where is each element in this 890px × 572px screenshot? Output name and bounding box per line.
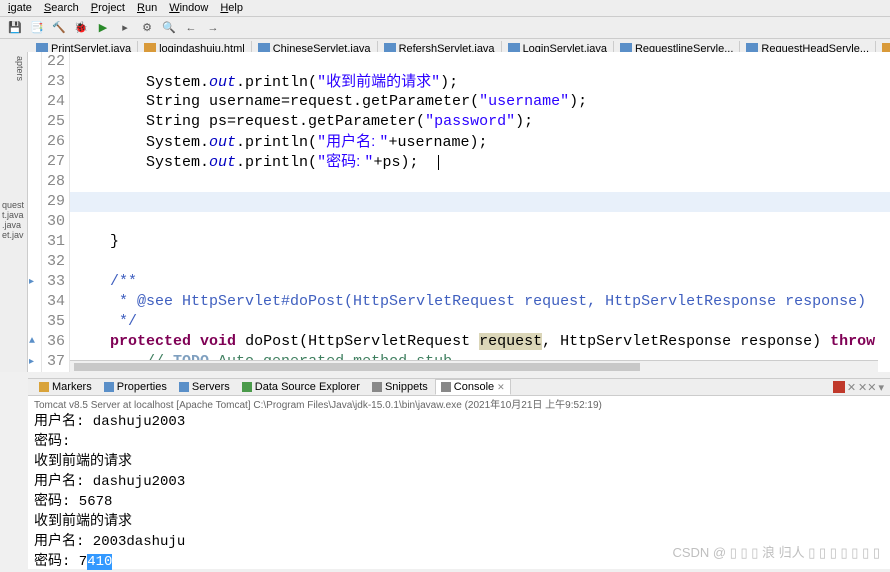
fold-marker-icon: ▸ [29,276,39,286]
code-line[interactable]: protected void doPost(HttpServletRequest… [70,332,890,352]
view-icon [372,382,382,392]
menu-bar: igate Search Project Run Window Help [0,0,890,17]
line-number: 31 [42,232,65,252]
line-number: 29 [42,192,65,212]
remove-launch-icon[interactable]: ✕ [847,381,856,394]
bottom-tab[interactable]: Snippets [367,380,433,394]
line-number: 35 [42,312,65,332]
code-line[interactable]: System.out.println("密码: "+ps); [70,152,890,172]
bottom-tab-label: Servers [192,381,230,393]
override-marker-icon: ▲ [29,336,39,346]
back-icon[interactable]: ← [182,19,200,37]
view-icon [441,382,451,392]
line-number: 36 [42,332,65,352]
selected-text: 410 [87,554,112,570]
code-line[interactable]: System.out.println("用户名: "+username); [70,132,890,152]
run-icon[interactable]: ▶ [94,19,112,37]
line-number: 22 [42,52,65,72]
terminate-icon[interactable] [833,381,845,393]
run-config-icon[interactable]: ▸ [116,19,134,37]
code-line[interactable] [70,252,890,272]
bottom-tab[interactable]: Console✕ [435,379,511,395]
dropdown-icon[interactable]: ▾ [878,381,884,394]
console-line: 收到前端的请求 [34,512,884,532]
console-line: 收到前端的请求 [34,452,884,472]
line-number: 34 [42,292,65,312]
close-icon[interactable]: ✕ [497,382,505,393]
console-line: 用户名: dashuju2003 [34,412,884,432]
console-line: 密码: 7410 [34,552,884,572]
view-icon [179,382,189,392]
code-line[interactable]: System.out.println("收到前端的请求"); [70,72,890,92]
code-line[interactable]: String username=request.getParameter("us… [70,92,890,112]
bottom-tab-label: Properties [117,381,167,393]
bottom-tab[interactable]: Properties [99,380,172,394]
code-line[interactable]: */ [70,312,890,332]
bottom-tab[interactable]: Markers [34,380,97,394]
bottom-view-tabs: Markers Properties Servers Data Source Expl… [28,378,890,396]
tool-icon[interactable]: ⚙ [138,19,156,37]
code-line[interactable]: String ps=request.getParameter("password… [70,112,890,132]
line-number: 33 [42,272,65,292]
toolbar: 💾 📑 🔨 🐞 ▶ ▸ ⚙ 🔍 ← → [0,17,890,39]
code-line[interactable] [70,172,890,192]
console-line: 用户名: 2003dashuju [34,532,884,552]
console-launch-info: Tomcat v8.5 Server at localhost [Apache … [28,396,890,410]
bottom-tab-label: Console [454,381,494,393]
bottom-tab-label: Markers [52,381,92,393]
code-line[interactable]: * @see HttpServlet#doPost(HttpServletReq… [70,292,890,312]
warn-marker-icon: ▸ [29,356,39,366]
save-icon[interactable]: 💾 [6,19,24,37]
menu-item[interactable]: Run [137,2,157,14]
view-icon [242,382,252,392]
code-line[interactable]: } [70,232,890,252]
console-line: 密码: [34,432,884,452]
horizontal-scrollbar[interactable] [70,360,878,372]
forward-icon[interactable]: → [204,19,222,37]
menu-item[interactable]: igate [8,2,32,14]
line-number: 26 [42,132,65,152]
line-number: 28 [42,172,65,192]
search-icon[interactable]: 🔍 [160,19,178,37]
line-number: 25 [42,112,65,132]
view-icon [39,382,49,392]
code-area[interactable]: System.out.println("收到前端的请求"); String us… [70,52,890,372]
line-number-gutter: 22232425262728293031323334353637 [42,52,70,372]
menu-item[interactable]: Help [220,2,243,14]
build-icon[interactable]: 🔨 [50,19,68,37]
menu-item[interactable]: Project [91,2,125,14]
save-all-icon[interactable]: 📑 [28,19,46,37]
scrollbar-thumb[interactable] [74,363,640,371]
bottom-tab-label: Data Source Explorer [255,381,360,393]
debug-icon[interactable]: 🐞 [72,19,90,37]
left-sidebar-views: quest t.java .java et.jav [0,198,28,242]
bottom-tab[interactable]: Servers [174,380,235,394]
bottom-tab[interactable]: Data Source Explorer [237,380,365,394]
code-editor[interactable]: ▸ ▲ ▸ 22232425262728293031323334353637 Sys… [28,52,890,372]
bottom-tab-label: Snippets [385,381,428,393]
code-line[interactable] [70,52,890,72]
remove-all-icon[interactable]: ✕✕ [858,381,876,394]
line-number: 37 [42,352,65,372]
view-icon [104,382,114,392]
annotation-gutter: ▸ ▲ ▸ [28,52,42,372]
code-line[interactable] [70,212,890,232]
line-number: 23 [42,72,65,92]
line-number: 27 [42,152,65,172]
line-number: 32 [42,252,65,272]
code-line[interactable] [70,192,890,212]
code-line[interactable]: /** [70,272,890,292]
menu-item[interactable]: Window [169,2,208,14]
menu-item[interactable]: Search [44,2,79,14]
console-output[interactable]: 用户名: dashuju2003密码: 收到前端的请求用户名: dashuju2… [28,410,890,569]
console-toolbar: ✕ ✕✕ ▾ [833,381,884,394]
console-line: 用户名: dashuju2003 [34,472,884,492]
line-number: 30 [42,212,65,232]
line-number: 24 [42,92,65,112]
console-line: 密码: 5678 [34,492,884,512]
